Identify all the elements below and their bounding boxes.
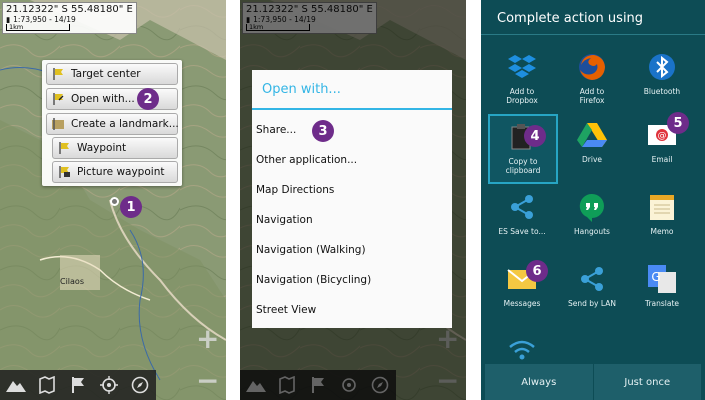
waypoint-button[interactable]: Waypoint (52, 137, 178, 159)
map-screen-1: Cilaos 21.12322" S 55.48180" E ▮ 1:73,95… (0, 0, 226, 400)
share-lan-icon (575, 262, 609, 296)
other-application-option[interactable]: Other application... (256, 154, 357, 166)
navigation-bicycling-option[interactable]: Navigation (Bicycling) (256, 274, 371, 286)
dropbox-icon (505, 50, 539, 84)
map-icon[interactable] (36, 374, 58, 396)
app-copy-to-clipboard[interactable]: Copy to clipboard (488, 114, 558, 184)
scale-row: ▮ 1:73,950 - 14/19 (6, 15, 133, 24)
share-option[interactable]: Share... (256, 124, 296, 136)
coordinate-readout: 21.12322" S 55.48180" E ▮ 1:73,950 - 14/… (2, 2, 137, 34)
app-label: Email (651, 155, 673, 164)
picture-waypoint-button[interactable]: Picture waypoint (52, 161, 178, 183)
open-with-icon (51, 92, 65, 106)
hangouts-icon (575, 190, 609, 224)
zoom-in-button[interactable]: + (196, 325, 219, 353)
app-label: Memo (650, 227, 674, 236)
app-label: Drive (582, 155, 602, 164)
step-badge: 2 (137, 88, 159, 110)
chooser-divider (481, 34, 705, 35)
create-landmark-button[interactable]: Create a landmark... (46, 113, 179, 135)
bluetooth-icon (645, 50, 679, 84)
target-center-button[interactable]: Target center (46, 63, 178, 85)
svg-text:@: @ (658, 131, 667, 141)
app-label: Add to Firefox (579, 87, 605, 105)
location-marker[interactable] (110, 197, 119, 206)
popup-item-label: Target center (71, 68, 141, 80)
dialog-title: Open with... (262, 82, 341, 97)
app-label: Add to Dropbox (506, 87, 538, 105)
app-es-save-to[interactable]: ES Save to... (487, 186, 557, 256)
always-button[interactable]: Always (485, 364, 594, 400)
svg-text:G: G (651, 270, 660, 284)
open-with-dialog: Open with... Share... Other application.… (252, 70, 452, 328)
dialog-divider (252, 108, 452, 110)
app-add-to-dropbox[interactable]: Add to Dropbox (487, 46, 557, 116)
map-toolbar (0, 370, 156, 400)
app-label: Translate (644, 299, 680, 308)
navigation-walking-option[interactable]: Navigation (Walking) (256, 244, 366, 256)
popup-item-label: Create a landmark... (71, 118, 179, 130)
step-badge: 6 (526, 260, 548, 282)
drive-icon (575, 118, 609, 152)
step-badge: 4 (524, 125, 546, 147)
flag-icon (51, 67, 65, 81)
es-save-icon (505, 190, 539, 224)
app-wifi-direct[interactable] (487, 332, 557, 362)
app-label: Bluetooth (643, 87, 681, 96)
landmark-icon (51, 117, 65, 131)
step-badge: 3 (312, 120, 334, 142)
app-memo[interactable]: Memo (627, 186, 697, 256)
chooser-title: Complete action using (497, 11, 644, 26)
app-label: Copy to clipboard (505, 157, 541, 175)
app-send-by-lan[interactable]: Send by LAN (557, 258, 627, 328)
translate-icon: G (645, 262, 679, 296)
navigation-option[interactable]: Navigation (256, 214, 313, 226)
coordinates: 21.12322" S 55.48180" E (6, 4, 133, 15)
flag-icon[interactable] (67, 374, 89, 396)
zoom-out-button[interactable]: − (196, 367, 219, 395)
chooser-button-bar: Always Just once (485, 364, 701, 400)
step-badge: 5 (667, 112, 689, 134)
app-bluetooth[interactable]: Bluetooth (627, 46, 697, 116)
step-badge: 1 (120, 196, 142, 218)
app-translate[interactable]: G Translate (627, 258, 697, 328)
waypoint-flag-icon (57, 141, 71, 155)
memo-icon (645, 190, 679, 224)
app-label: ES Save to... (498, 227, 546, 236)
place-label: Cilaos (60, 277, 84, 286)
just-once-button[interactable]: Just once (594, 364, 702, 400)
complete-action-chooser: Complete action using Add to Dropbox Add… (481, 0, 705, 400)
context-popup-menu: Target center Open with... Create a land… (42, 60, 182, 186)
wifi-direct-icon (505, 336, 539, 362)
gps-target-icon[interactable] (98, 374, 120, 396)
map-directions-option[interactable]: Map Directions (256, 184, 334, 196)
app-hangouts[interactable]: Hangouts (557, 186, 627, 256)
app-drive[interactable]: Drive (557, 114, 627, 184)
camera-flag-icon (57, 165, 71, 179)
app-label: Hangouts (574, 227, 610, 236)
scale-bar: 1km (6, 24, 70, 31)
popup-item-label: Open with... (71, 93, 135, 105)
app-label: Messages (503, 299, 541, 308)
popup-item-label: Picture waypoint (77, 166, 165, 178)
terrain-icon[interactable] (5, 374, 27, 396)
app-label: Send by LAN (568, 299, 616, 308)
compass-icon[interactable] (129, 374, 151, 396)
popup-item-label: Waypoint (77, 142, 127, 154)
firefox-icon (575, 50, 609, 84)
street-view-option[interactable]: Street View (256, 304, 316, 316)
map-screen-2: 21.12322" S 55.48180" E ▮ 1:73,950 - 14/… (240, 0, 466, 400)
app-add-to-firefox[interactable]: Add to Firefox (557, 46, 627, 116)
